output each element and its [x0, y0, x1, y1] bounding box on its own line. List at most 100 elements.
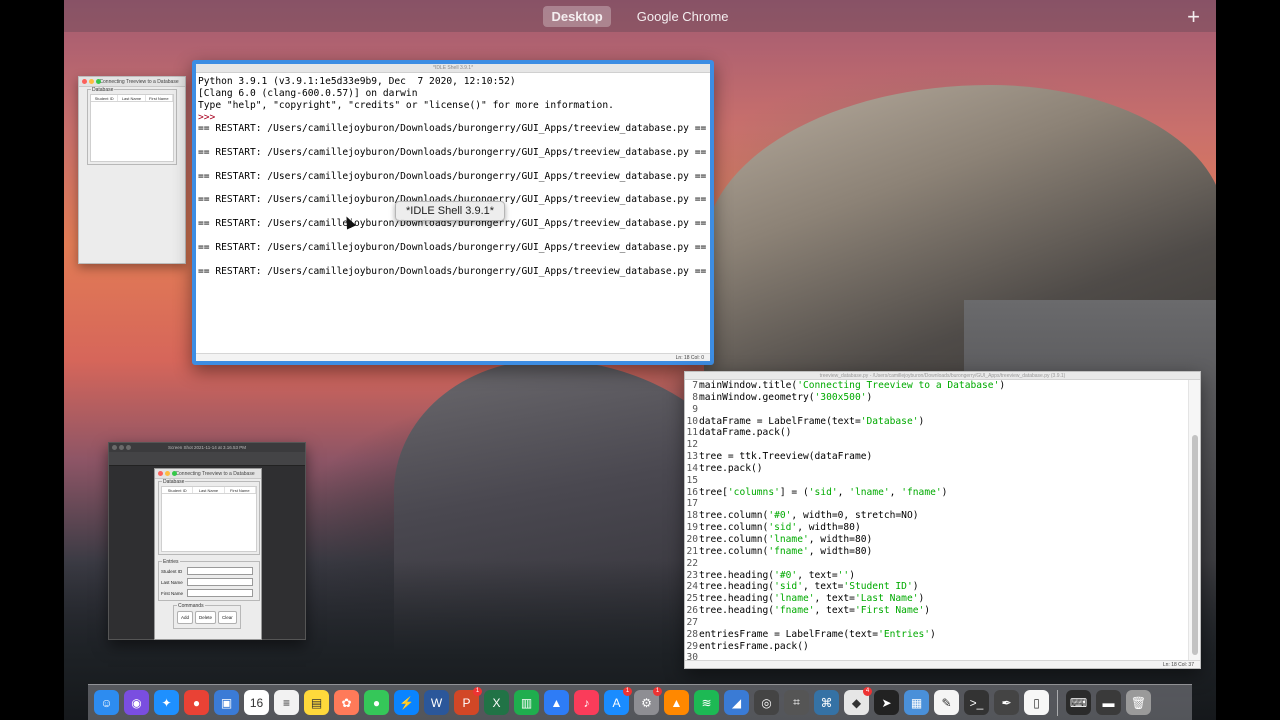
minimize-icon[interactable]: [119, 445, 124, 450]
code-token: ): [866, 391, 873, 403]
chrome-icon[interactable]: ●: [184, 690, 209, 715]
code-text: tree['columns'] = ('sid', 'lname', 'fnam…: [699, 487, 947, 499]
screenshot-preview-window[interactable]: Screen Shot 2021-11-14 at 3.16.53 PM Con…: [108, 442, 306, 640]
screenshot-icon[interactable]: ⌗: [784, 690, 809, 715]
messages-icon[interactable]: ●: [364, 690, 389, 715]
launcher-icon[interactable]: ◆ 4: [844, 687, 872, 715]
code-token: ): [999, 380, 1006, 391]
restart-line: == RESTART: /Users/camillejoyburon/Downl…: [198, 123, 707, 135]
textedit-icon[interactable]: ✎: [934, 690, 959, 715]
database-labelframe: Database Student ID Last Name First Name: [158, 479, 260, 555]
preview-icon[interactable]: ▣: [214, 690, 239, 715]
string-literal: 'lname': [774, 593, 815, 605]
close-icon[interactable]: [112, 445, 117, 450]
folder-icon[interactable]: ▬: [1096, 690, 1121, 715]
shell-banner-line: Python 3.9.1 (v3.9.1:1e5d33e9b9, Dec 7 2…: [198, 76, 516, 87]
line-number: 24: [686, 581, 698, 593]
keyboard-icon-glyph: ⌨: [1069, 695, 1088, 710]
string-literal: 'sid': [774, 581, 803, 593]
editor-scroll-thumb[interactable]: [1192, 435, 1198, 655]
close-icon[interactable]: [82, 79, 87, 84]
treeview-app-window[interactable]: Connecting Treeview to a Database Databa…: [78, 76, 186, 264]
siri-icon[interactable]: ◉: [124, 690, 149, 715]
shell-output[interactable]: Python 3.9.1 (v3.9.1:1e5d33e9b9, Dec 7 2…: [196, 73, 710, 277]
pen-icon[interactable]: ✒: [994, 690, 1019, 715]
safari-icon-glyph: ✦: [161, 695, 172, 710]
terminal-icon[interactable]: >_: [964, 690, 989, 715]
siri-icon-glyph: ◉: [131, 695, 142, 710]
header-student-id[interactable]: Student ID: [91, 95, 119, 101]
notes-list-icon[interactable]: ≡: [274, 690, 299, 715]
photos-icon[interactable]: ✿: [334, 690, 359, 715]
music-icon[interactable]: ♪: [574, 690, 599, 715]
zoom-icon[interactable]: [126, 445, 131, 450]
keyboard-icon[interactable]: ⌨: [1066, 690, 1091, 715]
string-literal: 'Entries': [878, 628, 931, 640]
add-space-button[interactable]: +: [1187, 4, 1200, 30]
header-last-name[interactable]: Last Name: [118, 95, 146, 101]
app-store-icon[interactable]: A1: [604, 687, 632, 715]
spotify-icon[interactable]: ≋: [694, 690, 719, 715]
vysor-icon[interactable]: ◢: [724, 690, 749, 715]
code-token: tree.column(: [699, 522, 769, 534]
python-idle-icon[interactable]: ⌘: [814, 690, 839, 715]
trash-icon[interactable]: 🗑: [1126, 690, 1151, 715]
code-token: tree.pack(): [699, 462, 763, 474]
calendar-icon[interactable]: 16: [244, 690, 269, 715]
safari-icon[interactable]: ✦: [154, 690, 179, 715]
system-preferences-icon[interactable]: ⚙ 1: [634, 687, 662, 715]
idle-shell-titlebar[interactable]: *IDLE Shell 3.9.1*: [196, 64, 710, 73]
word-icon[interactable]: W: [424, 690, 449, 715]
vlc-icon-glyph: ▲: [670, 695, 683, 710]
commands-label: Commands: [177, 603, 205, 609]
treeview[interactable]: Student ID Last Name First Name: [90, 94, 174, 162]
screenshot-titlebar[interactable]: Screen Shot 2021-11-14 at 3.16.53 PM: [109, 443, 305, 452]
string-literal: 'Student ID': [843, 581, 913, 593]
code-token: ): [930, 628, 936, 640]
keynote-icon[interactable]: ▲: [544, 690, 569, 715]
string-literal: 'sid': [808, 486, 838, 498]
vlc-icon[interactable]: ▲: [664, 690, 689, 715]
line-number: 28: [686, 628, 698, 640]
notes-icon[interactable]: ▤: [304, 690, 329, 715]
minimize-icon[interactable]: [89, 79, 94, 84]
code-token: ): [849, 569, 855, 581]
messenger-icon[interactable]: ⚡: [394, 690, 419, 715]
minimize-icon: [165, 471, 170, 476]
zoom-icon[interactable]: [96, 79, 101, 84]
line-number: 16: [686, 486, 698, 498]
music-icon-glyph: ♪: [583, 695, 590, 710]
entry-row-student-id: Student ID: [159, 566, 259, 576]
string-literal: 'Last Name': [854, 593, 919, 605]
excel-icon[interactable]: X: [484, 690, 509, 715]
powerpoint-icon-glyph: P: [462, 695, 471, 710]
numbers-icon[interactable]: ▥: [514, 690, 539, 715]
camera-icon[interactable]: ◎: [754, 690, 779, 715]
window-controls: [158, 471, 177, 476]
code-area[interactable]: 7 mainWindow.title('Connecting Treeview t…: [685, 380, 1188, 660]
system-preferences-icon-glyph: ⚙: [641, 695, 652, 710]
header-first-name[interactable]: First Name: [146, 95, 173, 101]
powerpoint-icon[interactable]: P1: [454, 687, 482, 715]
shell-banner-line: Type "help", "copyright", "credits" or "…: [198, 99, 614, 111]
commands-labelframe: Commands Add Delete Clear: [173, 603, 241, 629]
editor-titlebar[interactable]: treeview_database.py - /Users/camillejoy…: [685, 372, 1200, 380]
editor-scrollbar[interactable]: [1188, 380, 1200, 660]
code-editor-window[interactable]: treeview_database.py - /Users/camillejoy…: [684, 371, 1201, 669]
desktop: Desktop Google Chrome + Connecting Treev…: [64, 0, 1216, 720]
entries-label: Entries: [162, 559, 180, 565]
arrow-app-icon[interactable]: ➤: [874, 690, 899, 715]
string-literal: 'Connecting Treeview to a Database': [797, 380, 1000, 391]
code-text: tree = ttk.Treeview(dataFrame): [699, 451, 872, 463]
code-token: tree.column(: [699, 533, 769, 545]
finder-icon[interactable]: ☺: [94, 690, 119, 715]
document-icon[interactable]: ▯: [1024, 690, 1049, 715]
string-literal: '300x500': [814, 391, 867, 403]
treeview-app-titlebar[interactable]: Connecting Treeview to a Database: [79, 77, 185, 87]
string-literal: 'lname': [768, 533, 809, 545]
space-desktop[interactable]: Desktop: [543, 5, 611, 27]
first-name-field: [187, 589, 253, 597]
preview-image-icon[interactable]: ▦: [904, 690, 929, 715]
space-google-chrome[interactable]: Google Chrome: [629, 6, 737, 27]
code-token: , width=80): [797, 522, 861, 534]
